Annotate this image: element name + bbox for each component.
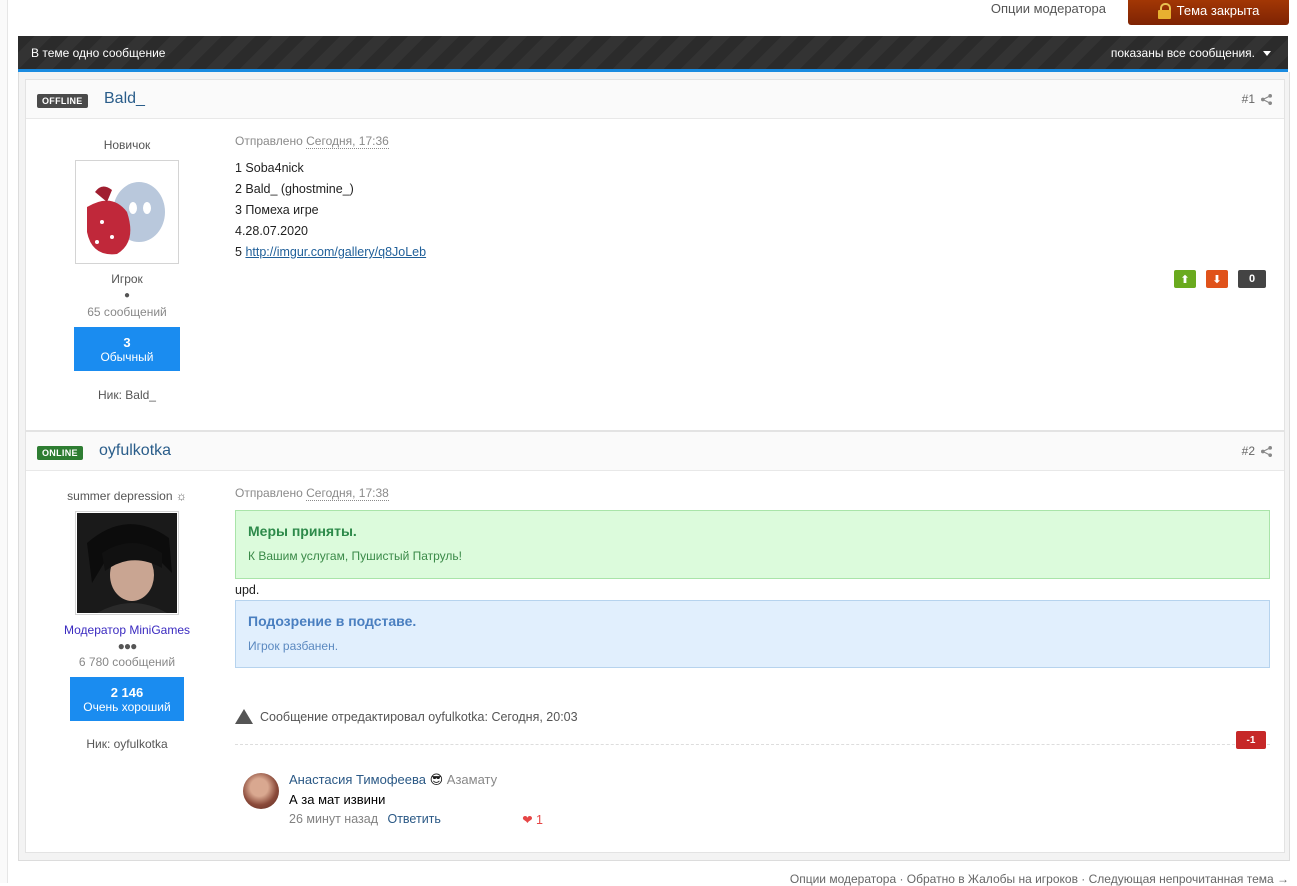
lock-icon <box>1157 2 1171 19</box>
thread-header: В теме одно сообщение показаны все сообщ… <box>18 36 1288 72</box>
moderator-options-link[interactable]: Опции модератора <box>991 1 1106 16</box>
reply-link[interactable]: Ответить <box>387 812 440 826</box>
rank-pips: ●●● <box>117 639 138 653</box>
body-line: 1 Soba4nick <box>235 161 304 175</box>
post-number[interactable]: #1 <box>1242 92 1272 106</box>
reputation-box: 2 146 Очень хороший <box>70 677 184 721</box>
measures-taken-subtitle: К Вашим услугам, Пушистый Патруль! <box>248 549 462 563</box>
page-left-edge <box>0 0 8 883</box>
suspicion-title: Подозрение в подставе. <box>248 613 417 629</box>
sent-info: Отправлено Сегодня, 17:38 <box>235 486 389 501</box>
comment-meta: 26 минут назад Ответить <box>289 812 441 826</box>
post-number-label: #2 <box>1241 444 1255 458</box>
post-header: OFFLINE Bald_ #1 <box>26 80 1284 119</box>
nickname: Ник: oyfulkotka <box>86 737 168 751</box>
post-2: ONLINE oyfulkotka #2 summer depression ☼… <box>25 431 1285 853</box>
body-line: 5 http://imgur.com/gallery/q8JoLeb <box>235 245 427 259</box>
avatar[interactable] <box>75 160 179 264</box>
suspicion-subtitle: Игрок разбанен. <box>248 639 339 653</box>
post-number-label: #1 <box>1241 92 1255 106</box>
show-posts-dropdown[interactable]: показаны все сообщения. <box>1111 46 1271 60</box>
topic-closed-label: Тема закрыта <box>1176 3 1260 18</box>
vote-controls: ⬆ ⬇ 0 <box>1174 270 1266 288</box>
post-count: 65 сообщений <box>87 305 167 319</box>
suspicion-box: Подозрение в подставе. Игрок разбанен. <box>235 600 1270 668</box>
caret-down-icon <box>1263 50 1271 56</box>
share-icon[interactable] <box>1261 445 1272 457</box>
user-title: summer depression ☼ <box>67 489 187 503</box>
sent-time: Сегодня, 17:38 <box>306 486 389 501</box>
top-bar: Опции модератора Тема закрыта <box>0 0 1297 36</box>
measures-taken-title: Меры приняты. <box>248 523 357 539</box>
like-counter[interactable]: ❤ 1 <box>522 812 543 827</box>
share-icon[interactable] <box>1261 93 1272 105</box>
status-badge: ONLINE <box>37 446 83 460</box>
measures-taken-box: Меры приняты. К Вашим услугам, Пушистый … <box>235 510 1270 579</box>
upvote-button[interactable]: ⬆ <box>1174 270 1196 288</box>
user-info: summer depression ☼ Модератор MiniGames … <box>26 489 228 751</box>
edited-text: Сообщение отредактировал oyfulkotka: Сег… <box>260 709 578 724</box>
post-header: ONLINE oyfulkotka #2 <box>26 432 1284 471</box>
post-number[interactable]: #2 <box>1242 444 1272 458</box>
status-badge: OFFLINE <box>37 94 88 108</box>
downvote-button[interactable]: ⬇ <box>1206 270 1228 288</box>
body-line: 4.28.07.2020 <box>235 224 308 238</box>
post-body: 1 Soba4nick 2 Bald_ (ghostmine_) 3 Помех… <box>235 158 1270 263</box>
thread-post-count: В теме одно сообщение <box>31 46 166 60</box>
vote-count: -1 <box>1236 731 1266 749</box>
avatar-image <box>77 513 177 613</box>
topic-closed-button[interactable]: Тема закрыта <box>1128 0 1289 25</box>
post-1: OFFLINE Bald_ #1 Новичок Игрок ● 65 сооб… <box>25 79 1285 431</box>
nickname: Ник: Bald_ <box>98 388 156 402</box>
user-info: Новичок Игрок ● 65 сообщений 3 Обычный Н… <box>26 138 228 402</box>
avatar[interactable] <box>75 511 179 615</box>
reputation-box: 3 Обычный <box>74 327 180 371</box>
comment-header: Анастасия Тимофеева 😎 Азамату <box>289 772 497 788</box>
rank-pip: ● <box>123 290 131 301</box>
body-line: 3 Помеха игре <box>235 203 319 217</box>
post-author[interactable]: oyfulkotka <box>99 442 171 460</box>
sunglasses-icon: 😎 <box>429 772 444 787</box>
warning-icon <box>235 709 253 724</box>
user-group: Модератор MiniGames <box>63 623 191 637</box>
comment-author[interactable]: Анастасия Тимофеева <box>289 772 426 787</box>
sent-info: Отправлено Сегодня, 17:36 <box>235 134 389 149</box>
imgur-link[interactable]: http://imgur.com/gallery/q8JoLeb <box>245 245 426 259</box>
vote-count: 0 <box>1238 270 1266 288</box>
separator <box>235 744 1270 745</box>
vk-comment: Анастасия Тимофеева 😎 Азамату А за мат и… <box>235 767 551 833</box>
show-posts-label: показаны все сообщения. <box>1110 46 1255 60</box>
like-count: 1 <box>536 813 543 827</box>
comment-text: А за мат извини <box>289 792 386 807</box>
upd-label: upd. <box>235 583 260 597</box>
body-line: 2 Bald_ (ghostmine_) <box>235 182 354 196</box>
vote-controls: -1 <box>1236 731 1266 749</box>
reputation-value: 2 146 <box>110 684 144 700</box>
avatar-image <box>77 162 177 262</box>
posts-container: OFFLINE Bald_ #1 Новичок Игрок ● 65 сооб… <box>18 72 1290 861</box>
edited-note: Сообщение отредактировал oyfulkotka: Сег… <box>235 709 1270 724</box>
post-content: Отправлено Сегодня, 17:38 Меры приняты. … <box>235 486 1270 745</box>
post-count: 6 780 сообщений <box>78 655 176 669</box>
reputation-label: Очень хороший <box>83 699 171 714</box>
post-content: Отправлено Сегодня, 17:36 1 Soba4nick 2 … <box>235 134 1270 263</box>
user-group: Игрок <box>111 272 143 286</box>
comment-recipient[interactable]: Азамату <box>447 772 497 787</box>
footer-links[interactable]: Опции модератора · Обратно в Жалобы на и… <box>790 872 1289 886</box>
reputation-label: Обычный <box>100 349 154 364</box>
reputation-value: 3 <box>123 334 131 350</box>
sent-time: Сегодня, 17:36 <box>306 134 389 149</box>
user-title: Новичок <box>103 138 151 152</box>
commenter-avatar[interactable] <box>243 773 279 809</box>
comment-time: 26 минут назад <box>289 812 378 826</box>
heart-icon: ❤ <box>522 813 533 827</box>
post-author[interactable]: Bald_ <box>104 90 145 108</box>
